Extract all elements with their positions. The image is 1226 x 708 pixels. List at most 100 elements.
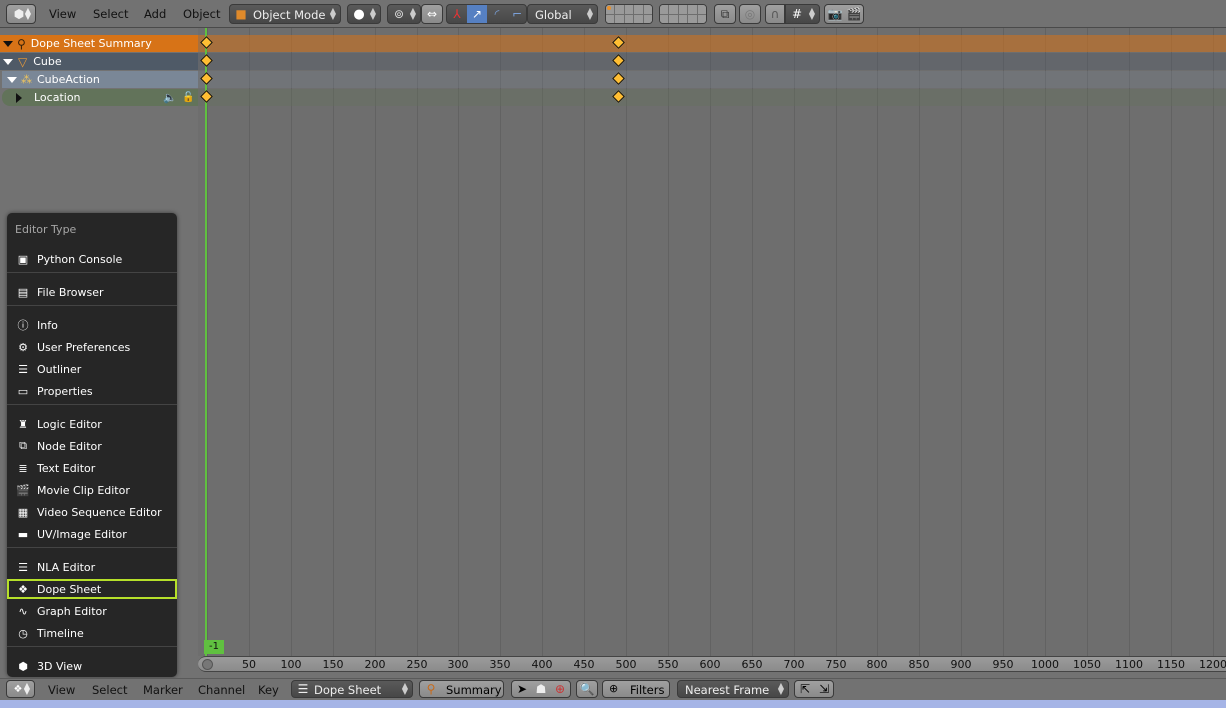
snap-element-selector[interactable]: # ▲ ▼ [785,4,820,24]
layers-grid-1[interactable] [605,4,653,24]
copy-keys-icon[interactable]: ⇱ [795,680,815,698]
menu-separator [7,547,177,548]
pivot-point-selector[interactable]: ⊚ ▲ ▼ [387,4,421,24]
menu-item-video-sequence-editor[interactable]: ▦ Video Sequence Editor [7,502,177,522]
menu-item-python-console[interactable]: ▣ Python Console [7,249,177,269]
menu-item-dope-sheet[interactable]: ❖ Dope Sheet [7,579,177,599]
layer-button[interactable] [614,5,625,15]
arc-icon[interactable]: ◜ [487,5,507,23]
opengl-render-animation-icon[interactable]: 🎬 [844,5,864,23]
layer-button[interactable] [696,13,706,23]
dope-sheet-mode-selector[interactable]: ☰ Dope Sheet ▲ ▼ [291,680,413,698]
menu-add[interactable]: Add [144,7,166,21]
ghost-icon[interactable]: ☗ [531,680,551,698]
layers-grid-2[interactable] [659,4,707,24]
channel-cube-action[interactable]: ⁂ CubeAction [2,71,198,88]
menu-view[interactable]: View [48,683,75,697]
menu-item-file-browser[interactable]: ▤ File Browser [7,282,177,302]
channel-dope-sheet-summary[interactable]: ⚲ Dope Sheet Summary [0,35,198,52]
transform-orientation-selector[interactable]: Global ▲ ▼ [527,4,598,24]
graph-editor-icon: ∿ [18,604,28,618]
menu-channel[interactable]: Channel [198,683,245,697]
menu-item-label: User Preferences [37,340,131,354]
channel-location[interactable]: Location 🔈 🔓 [2,89,198,106]
menu-item-3d-view[interactable]: ⬢ 3D View [7,656,177,676]
layer-button[interactable] [623,13,635,23]
lifebuoy-icon[interactable]: ⊕ [550,680,570,698]
menu-separator [7,305,177,306]
layer-button[interactable] [687,5,698,15]
menu-key[interactable]: Key [258,683,279,697]
channel-label: CubeAction [37,73,100,86]
summary-toggle[interactable]: ⚲ Summary [419,680,504,698]
copy-paste-keys: ⇱ ⇲ [794,680,834,698]
editor-type-button[interactable]: ❖ ▲ ▼ [6,680,35,698]
menu-item-user-preferences[interactable]: ⚙ User Preferences [7,337,177,357]
menu-item-text-editor[interactable]: ≣ Text Editor [7,458,177,478]
menu-select[interactable]: Select [93,7,128,21]
lock-camera-button[interactable]: ⧉ [714,4,736,24]
user-preferences-icon: ⚙ [18,340,28,354]
expand-triangle-icon[interactable] [3,40,13,47]
current-frame-line[interactable] [205,28,207,656]
ruler-tick-label: 400 [531,658,553,671]
layer-button[interactable] [633,5,644,15]
frame-ruler[interactable]: 50 100 150 200 250 300 350 400 450 500 550 600 650 70… [198,656,1226,672]
layer-button[interactable] [623,5,635,15]
menu-item-outliner[interactable]: ☰ Outliner [7,359,177,379]
selected-only-icon[interactable]: ➤ [512,680,532,698]
layer-button[interactable] [677,5,689,15]
layer-button[interactable] [696,5,706,15]
expand-triangle-icon[interactable] [7,76,17,83]
menu-item-timeline[interactable]: ◷ Timeline [7,623,177,643]
layer-button[interactable] [677,13,689,23]
menu-marker[interactable]: Marker [143,683,183,697]
layer-button[interactable] [668,5,679,15]
opengl-render-image-icon[interactable]: 📷 [825,5,845,23]
paste-keys-icon[interactable]: ⇲ [814,680,834,698]
scrollbar-handle-icon[interactable] [202,659,213,670]
menu-item-uv-image-editor[interactable]: ▬ UV/Image Editor [7,524,177,544]
current-frame-indicator[interactable]: -1 [204,640,224,654]
editor-type-button[interactable]: ⬢ ▲ ▼ [6,4,36,24]
layer-button[interactable] [660,13,670,23]
layer-button[interactable] [668,13,679,23]
expand-triangle-icon[interactable] [3,58,13,65]
snap-toggle-button[interactable]: ∩ [765,4,785,24]
mute-speaker-icon[interactable]: 🔈 [163,91,177,104]
manipulator-toggle-button[interactable]: ⇔ [421,4,443,24]
layer-button[interactable] [606,13,616,23]
solid-sphere-icon: ● [353,6,365,22]
filters-button[interactable]: ⊕ Filters [602,680,670,698]
menu-item-info[interactable]: ⓘ Info [7,315,177,335]
layer-1-active[interactable] [606,5,616,15]
menu-item-node-editor[interactable]: ⧉ Node Editor [7,436,177,456]
menu-item-logic-editor[interactable]: ♜ Logic Editor [7,414,177,434]
layer-button[interactable] [660,5,670,15]
proportional-edit-button[interactable]: ◎ [739,4,761,24]
mode-selector[interactable]: ■ Object Mode ▲ ▼ [229,4,341,24]
scale-icon[interactable]: ⌐ [507,5,527,23]
menu-item-graph-editor[interactable]: ∿ Graph Editor [7,601,177,621]
channel-cube[interactable]: ▽ Cube [0,53,198,70]
expand-triangle-icon[interactable] [16,92,22,103]
rotate-icon[interactable]: ↗ [467,5,487,23]
lock-open-icon[interactable]: 🔓 [182,92,194,103]
viewport-shading-selector[interactable]: ● ▲ ▼ [347,4,381,24]
layer-button[interactable] [633,13,644,23]
menu-select[interactable]: Select [92,683,127,697]
layer-button[interactable] [642,5,652,15]
layer-button[interactable] [687,13,698,23]
menu-item-movie-clip-editor[interactable]: 🎬 Movie Clip Editor [7,480,177,500]
translate-icon[interactable]: ⅄ [447,5,467,23]
auto-snap-selector[interactable]: Nearest Frame ▲ ▼ [677,680,789,698]
layer-button[interactable] [614,13,625,23]
search-button[interactable]: 🔍 [576,680,598,698]
menu-item-properties[interactable]: ▭ Properties [7,381,177,401]
menu-item-nla-editor[interactable]: ☰ NLA Editor [7,557,177,577]
menu-object[interactable]: Object [183,7,220,21]
ruler-tick-label: 1100 [1115,658,1143,671]
menu-view[interactable]: View [49,7,76,21]
layer-button[interactable] [642,13,652,23]
dope-sheet-keyframes-area[interactable]: -1 [198,28,1226,656]
